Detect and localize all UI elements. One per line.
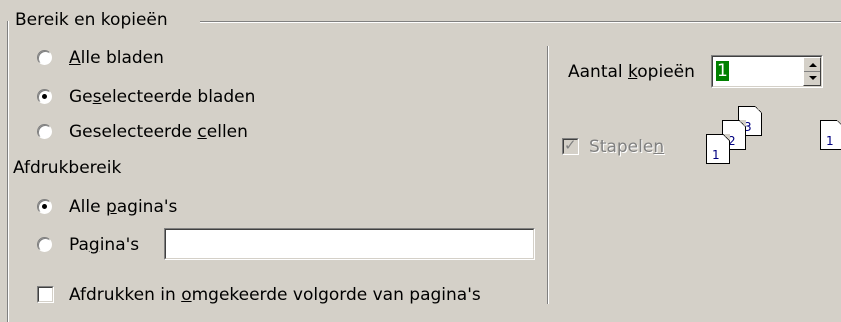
group-frame-left (7, 21, 9, 322)
spin-up-button[interactable] (804, 58, 820, 72)
copies-value: 1 (716, 61, 729, 81)
group-frame-top (200, 21, 841, 23)
page-icon: 1 (706, 134, 730, 164)
reverse-order-checkbox[interactable]: Afdrukken in omgekeerde volgorde van pag… (37, 284, 537, 306)
radio-indicator (37, 237, 52, 252)
radio-pages[interactable]: Pagina's (37, 235, 162, 257)
vertical-divider (547, 46, 549, 304)
reverse-order-label: Afdrukken in omgekeerde volgorde van pag… (69, 285, 481, 305)
radio-all-pages[interactable]: Alle pagina's (37, 197, 237, 219)
collate-label: Stapelen (589, 137, 665, 157)
radio-selected-cells-label: Geselecteerde cellen (69, 122, 248, 142)
spin-down-button[interactable] (804, 72, 820, 86)
radio-pages-label: Pagina's (69, 235, 140, 255)
copies-spinner[interactable] (803, 57, 821, 86)
radio-selected-cells[interactable]: Geselecteerde cellen (37, 122, 297, 144)
page-icon: 1 (820, 120, 841, 150)
radio-all-pages-label: Alle pagina's (69, 197, 178, 217)
pages-input[interactable] (164, 228, 535, 260)
arrow-up-icon (809, 63, 817, 67)
radio-indicator (37, 50, 52, 65)
radio-selected-sheets[interactable]: Geselecteerde bladen (37, 86, 297, 108)
radio-indicator (37, 124, 52, 139)
arrow-down-icon (809, 75, 817, 80)
print-range-label: Afdrukbereik (13, 158, 122, 178)
radio-indicator (37, 89, 52, 104)
collate-illustration: 3 2 1 1 (706, 106, 841, 178)
copies-label: Aantal kopieën (568, 62, 695, 82)
radio-selected-sheets-label: Geselecteerde bladen (69, 87, 256, 107)
check-mark-icon: ✓ (564, 136, 577, 154)
collate-checkbox[interactable]: ✓ Stapelen (562, 136, 692, 159)
radio-all-sheets-label: Alle bladen (69, 48, 164, 68)
copies-input[interactable]: 1 (711, 55, 823, 88)
radio-all-sheets[interactable]: Alle bladen (37, 48, 217, 70)
checkbox-indicator (37, 286, 54, 303)
radio-indicator (37, 199, 52, 214)
checkbox-indicator: ✓ (562, 136, 579, 155)
group-title: Bereik en kopieën (13, 10, 172, 30)
